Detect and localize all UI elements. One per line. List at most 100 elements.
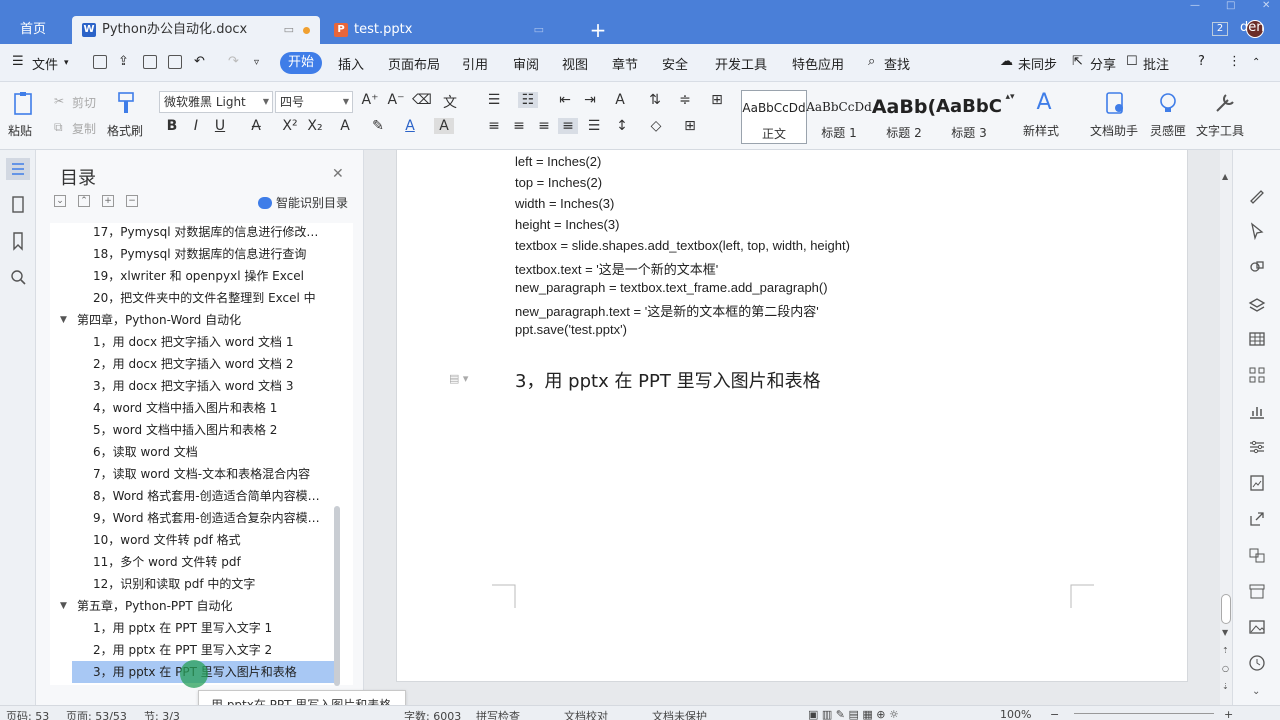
- toc-item[interactable]: 12，识别和读取 pdf 中的文字: [50, 573, 338, 595]
- strikethrough-icon[interactable]: A̶: [246, 118, 266, 134]
- help-button[interactable]: ?: [1198, 54, 1205, 69]
- print-icon[interactable]: [143, 55, 157, 69]
- archive-icon[interactable]: [1248, 582, 1266, 600]
- document-page[interactable]: left = Inches(2) top = Inches(2) width = I…: [396, 150, 1188, 682]
- toc-icon[interactable]: [6, 158, 30, 180]
- section-count[interactable]: 节: 3/3: [144, 708, 180, 720]
- close-icon[interactable]: ✕: [1262, 0, 1270, 11]
- toc-item[interactable]: 4，word 文档中插入图片和表格 1: [50, 397, 338, 419]
- clear-format-icon[interactable]: ⌫: [412, 92, 432, 108]
- text-tools-button[interactable]: 文字工具: [1196, 122, 1244, 139]
- menu-home[interactable]: 开始: [280, 52, 322, 74]
- undo-icon[interactable]: ↶: [194, 54, 205, 69]
- expand-chevron-icon[interactable]: ▼: [60, 309, 67, 331]
- toc-item[interactable]: 5，word 文档中插入图片和表格 2: [50, 419, 338, 441]
- shrink-font-icon[interactable]: A⁻: [386, 92, 406, 108]
- style-heading-3[interactable]: AaBbC 标题 3: [936, 90, 1002, 144]
- quick-access-more-icon[interactable]: ▿: [254, 57, 259, 68]
- font-name-select[interactable]: 微软雅黑 Light ▼: [159, 91, 273, 113]
- chevron-down-icon[interactable]: ⌄: [1252, 686, 1260, 697]
- monitor-icon[interactable]: ▭: [534, 16, 544, 44]
- font-color-icon[interactable]: A: [400, 118, 420, 134]
- bookmark-icon[interactable]: [6, 230, 30, 252]
- expand-chevron-icon[interactable]: ▼: [60, 595, 67, 617]
- menu-security[interactable]: 安全: [662, 54, 688, 73]
- toc-item[interactable]: 6，读取 word 文档: [50, 441, 338, 463]
- distributed-icon[interactable]: ☰: [584, 118, 604, 134]
- word-count[interactable]: 字数: 6003: [404, 708, 461, 720]
- translate-icon[interactable]: [1248, 546, 1266, 564]
- restore-icon[interactable]: □: [1226, 0, 1235, 11]
- toc-item[interactable]: 9，Word 格式套用-创造适合复杂内容模…: [50, 507, 338, 529]
- align-left-icon[interactable]: ≡: [484, 118, 504, 134]
- menu-find[interactable]: 查找: [884, 54, 910, 73]
- align-center-icon[interactable]: ≡: [509, 118, 529, 134]
- export-icon[interactable]: [1248, 510, 1266, 528]
- highlight-icon[interactable]: ✎: [368, 118, 388, 134]
- toc-item[interactable]: 2，用 docx 把文字插入 word 文档 2: [50, 353, 338, 375]
- hamburger-icon[interactable]: ☰: [12, 54, 24, 69]
- style-heading-1[interactable]: AaBbCcDd 标题 1: [806, 90, 872, 144]
- user-name[interactable]: den: [1240, 20, 1265, 35]
- cut-button[interactable]: 剪切: [72, 94, 96, 111]
- more-icon[interactable]: ⋮: [1228, 54, 1241, 69]
- shading-icon[interactable]: ◇: [646, 118, 666, 134]
- expand-all-icon[interactable]: ⌃: [78, 195, 90, 207]
- backup-icon[interactable]: [1248, 654, 1266, 672]
- char-shading-icon[interactable]: A: [434, 118, 454, 134]
- proofread-button[interactable]: 文档校对: [564, 708, 608, 720]
- search-icon[interactable]: ⌕: [868, 54, 875, 69]
- menu-file[interactable]: 文件: [32, 54, 58, 73]
- toc-item[interactable]: 18，Pymysql 对数据库的信息进行查询: [50, 243, 338, 265]
- scroll-thumb[interactable]: [1221, 594, 1231, 624]
- print-preview-icon[interactable]: [168, 55, 182, 69]
- phonetic-icon[interactable]: 文: [440, 92, 460, 112]
- new-tab-button[interactable]: +: [584, 16, 612, 44]
- pen-icon[interactable]: [1248, 186, 1266, 204]
- toc-chapter-item[interactable]: ▼ 第四章，Python-Word 自动化: [50, 309, 338, 331]
- spell-check-button[interactable]: 拼写检查: [476, 708, 520, 720]
- toc-scrollbar[interactable]: [334, 506, 340, 686]
- doc-assistant-button[interactable]: 文档助手: [1090, 122, 1138, 139]
- scroll-down-icon[interactable]: ▼: [1222, 628, 1228, 637]
- collapse-all-icon[interactable]: ⌄: [54, 195, 66, 207]
- copy-button[interactable]: 复制: [72, 120, 96, 137]
- spacing-icon[interactable]: ≑: [675, 92, 695, 108]
- menu-features[interactable]: 特色应用: [792, 54, 844, 73]
- tab-home[interactable]: 首页: [0, 16, 66, 44]
- picture-icon[interactable]: [1248, 618, 1266, 636]
- subscript-icon[interactable]: X₂: [305, 118, 325, 134]
- close-icon[interactable]: ✕: [332, 166, 344, 182]
- toc-item[interactable]: 17，Pymysql 对数据库的信息进行修改…: [50, 223, 338, 243]
- document-scrollbar[interactable]: ▲ ▼ ⇡ ○ ⇣: [1220, 150, 1232, 705]
- toc-item[interactable]: 3，用 docx 把文字插入 word 文档 3: [50, 375, 338, 397]
- window-count-badge[interactable]: 2: [1212, 22, 1228, 36]
- sync-status[interactable]: 未同步: [1018, 54, 1057, 73]
- toc-item[interactable]: 1，用 docx 把文字插入 word 文档 1: [50, 331, 338, 353]
- style-normal[interactable]: AaBbCcDd 正文: [741, 90, 807, 144]
- share-button[interactable]: 分享: [1090, 54, 1116, 73]
- add-heading-icon[interactable]: +: [102, 195, 114, 207]
- chevron-down-icon[interactable]: ▾: [64, 58, 69, 68]
- bullets-icon[interactable]: ☰: [484, 92, 504, 108]
- lightbulb-icon[interactable]: [1155, 90, 1181, 116]
- increase-indent-icon[interactable]: ⇥: [580, 92, 600, 108]
- chart-icon[interactable]: [1248, 402, 1266, 420]
- justify-icon[interactable]: ≡: [558, 118, 578, 134]
- paste-button[interactable]: 粘贴: [8, 122, 32, 139]
- shapes-icon[interactable]: [1248, 258, 1266, 276]
- tab-stops-icon[interactable]: ⊞: [707, 92, 727, 108]
- toc-item[interactable]: 19，xlwriter 和 openpyxl 操作 Excel: [50, 265, 338, 287]
- superscript-icon[interactable]: X²: [280, 118, 300, 134]
- align-right-icon[interactable]: ≡: [534, 118, 554, 134]
- page-number[interactable]: 页码: 53: [6, 708, 49, 720]
- toc-item[interactable]: 11，多个 word 文件转 pdf: [50, 551, 338, 573]
- line-spacing-icon[interactable]: ↕: [612, 118, 632, 134]
- smart-detect-toc-button[interactable]: 智能识别目录: [258, 194, 348, 211]
- minimize-icon[interactable]: —: [1190, 0, 1200, 11]
- page-count[interactable]: 页面: 53/53: [66, 708, 127, 720]
- grow-font-icon[interactable]: A⁺: [360, 92, 380, 108]
- style-heading-2[interactable]: AaBb( 标题 2: [871, 90, 937, 144]
- text-effect-icon[interactable]: A: [335, 118, 355, 134]
- menu-references[interactable]: 引用: [462, 54, 488, 73]
